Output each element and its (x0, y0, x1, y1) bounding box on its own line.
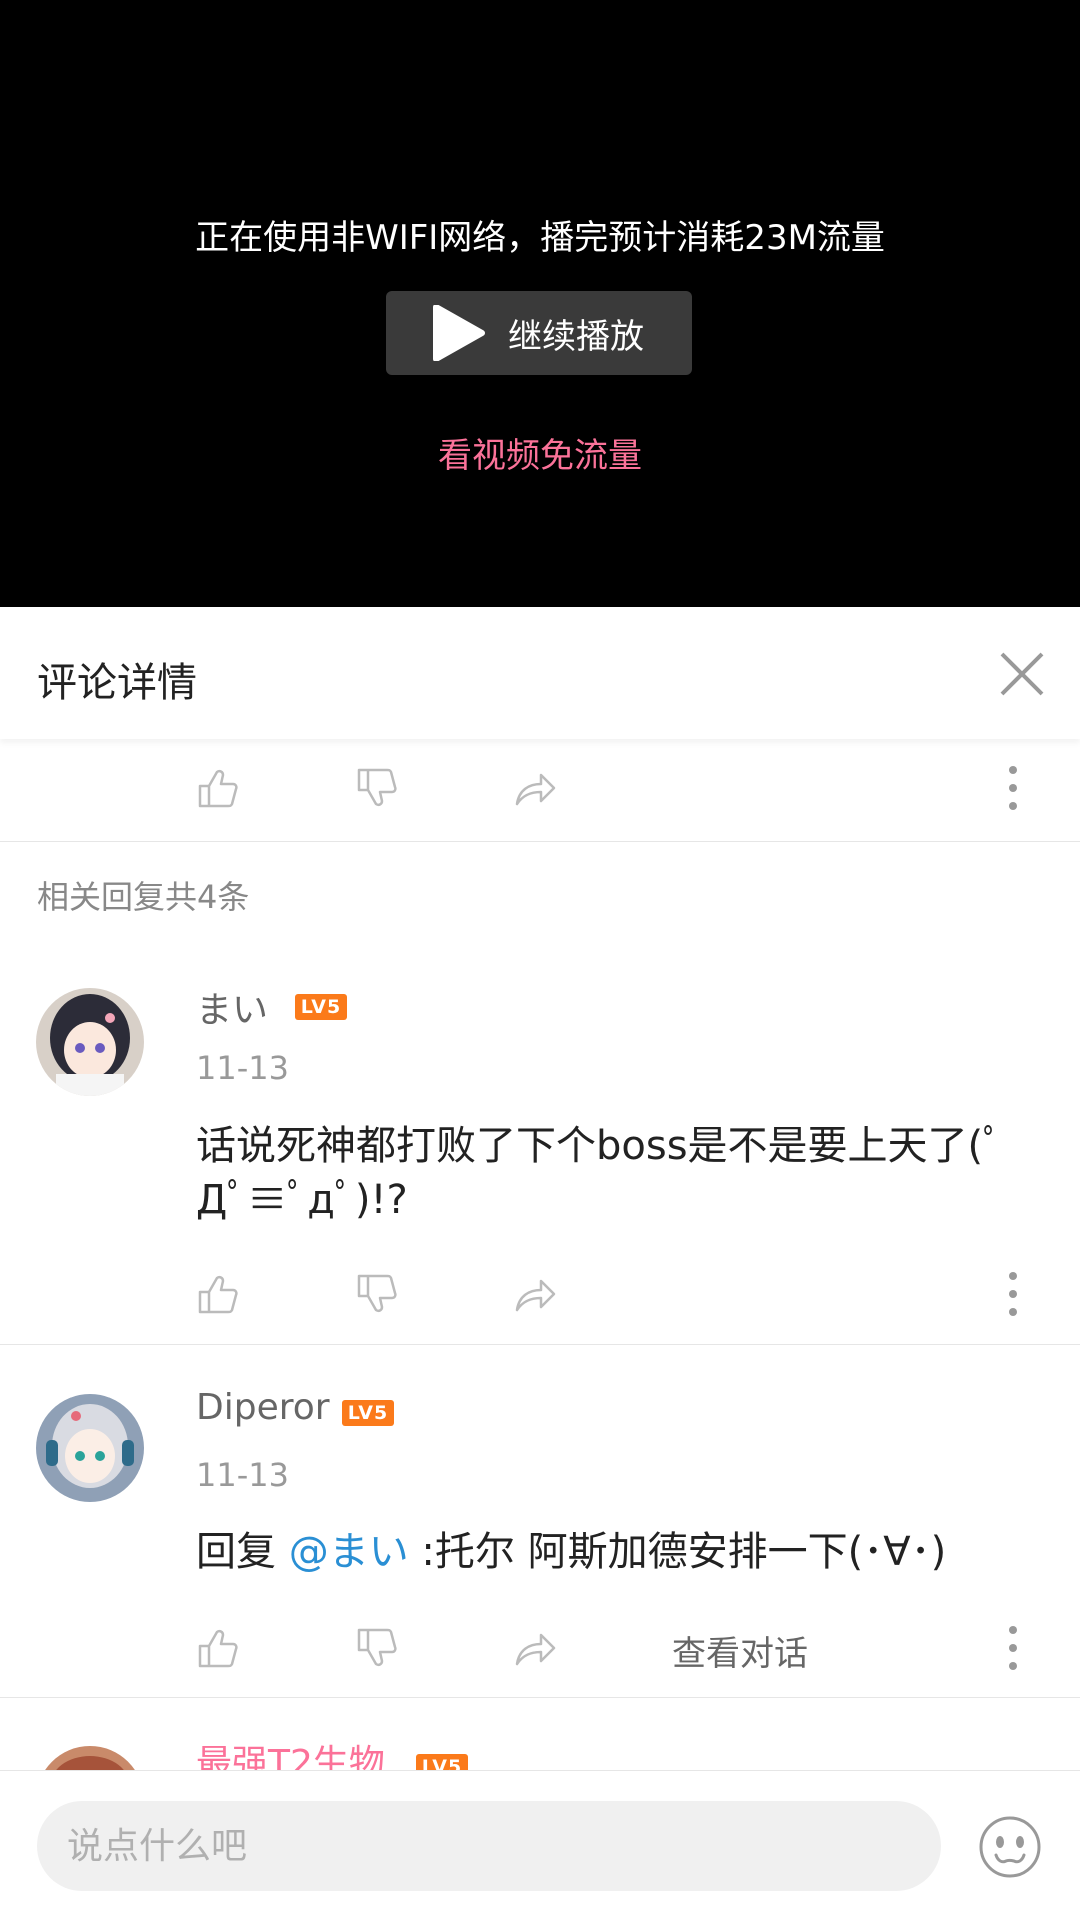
reply-item: Diperor LV5 11-13 回复 @まい :托尔 阿斯加德安排一下(･∀… (0, 1386, 1080, 1696)
reply-count-label: 相关回复共4条 (37, 878, 250, 916)
play-icon (433, 305, 485, 361)
comment-text: 回复 @まい :托尔 阿斯加德安排一下(･∀･) (196, 1525, 1026, 1579)
comment-text: 话说死神都打败了下个boss是不是要上天了(ﾟДﾟ≡ﾟдﾟ)!? (196, 1123, 1004, 1223)
share-icon[interactable] (513, 1626, 557, 1670)
avatar[interactable] (36, 988, 144, 1096)
username[interactable]: 最强T2生物 (196, 1740, 385, 1770)
like-icon[interactable] (196, 1272, 240, 1316)
avatar[interactable] (36, 1746, 144, 1770)
share-icon[interactable] (513, 1272, 557, 1316)
more-icon[interactable] (1005, 1624, 1021, 1672)
more-icon[interactable] (1005, 1270, 1021, 1318)
comment-date: 11-13 (196, 1456, 289, 1494)
divider (0, 1344, 1080, 1345)
avatar[interactable] (36, 1394, 144, 1502)
divider (0, 841, 1080, 842)
comment-detail-header: 评论详情 (0, 607, 1080, 739)
video-player[interactable]: 正在使用非WIFI网络，播完预计消耗23M流量 继续播放 看视频免流量 (0, 0, 1080, 607)
close-icon[interactable] (999, 651, 1045, 697)
reply-actions (0, 1264, 1080, 1324)
reply-prefix: 回复 (196, 1529, 289, 1575)
reply-actions: 查看对话 (0, 1618, 1080, 1678)
page-title: 评论详情 (37, 660, 197, 706)
reply-body: :托尔 阿斯加德安排一下(･∀･) (408, 1529, 947, 1575)
dislike-icon[interactable] (355, 1272, 399, 1316)
like-icon[interactable] (196, 1626, 240, 1670)
divider (0, 1697, 1080, 1698)
dislike-icon[interactable] (355, 1626, 399, 1670)
level-badge: LV5 (295, 994, 347, 1020)
view-conversation-button[interactable]: 查看对话 (672, 1626, 808, 1675)
level-badge: LV5 (416, 1754, 468, 1770)
comment-date: 11-13 (196, 1049, 289, 1087)
reply-item: まい LV5 11-13 话说死神都打败了下个boss是不是要上天了(ﾟДﾟ≡ﾟ… (0, 980, 1080, 1343)
dislike-icon[interactable] (355, 766, 399, 810)
share-icon[interactable] (513, 766, 557, 810)
emoji-icon[interactable] (978, 1815, 1042, 1879)
free-data-link[interactable]: 看视频免流量 (0, 428, 1080, 477)
comment-input-bar (0, 1770, 1080, 1921)
comment-input[interactable] (37, 1801, 941, 1891)
mention-link[interactable]: @まい (289, 1529, 409, 1575)
like-icon[interactable] (196, 766, 240, 810)
reply-item: 最强T2生物 LV5 (0, 1740, 1080, 1770)
continue-play-label: 继续播放 (508, 316, 644, 357)
username[interactable]: まい (196, 981, 268, 1033)
level-badge: LV5 (342, 1400, 394, 1426)
more-icon[interactable] (1005, 764, 1021, 812)
network-notice: 正在使用非WIFI网络，播完预计消耗23M流量 (195, 218, 885, 258)
parent-comment-actions (0, 758, 1080, 818)
continue-play-button[interactable]: 继续播放 (386, 291, 692, 375)
username[interactable]: Diperor (196, 1387, 330, 1428)
